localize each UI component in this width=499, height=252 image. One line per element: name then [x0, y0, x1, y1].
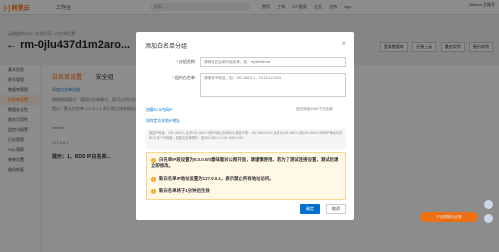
warning-icon: !: [151, 176, 156, 182]
side-tool-icon[interactable]: [484, 200, 493, 209]
load-ecs-ip-link[interactable]: 加载ECS内网IP: [146, 108, 173, 113]
cancel-button[interactable]: 取消: [326, 204, 346, 214]
side-tool-icon[interactable]: [484, 214, 493, 223]
group-name-input[interactable]: [200, 57, 346, 67]
add-whitelist-dialog: 添加白名单分组 × * 分组名称: * 组内白名单: 还可添加1000个白名单 …: [136, 32, 354, 220]
whitelist-ip-label: * 组内白名单:: [172, 75, 196, 80]
help-feedback-button[interactable]: 产品帮助与反馈: [420, 212, 478, 222]
remaining-hint: 还可添加1000个白名单: [296, 107, 333, 111]
ip-format-help: 指定IP地址：192.168.0.1 允许192.168.0.1的IP地址访问R…: [146, 129, 346, 149]
warning-row: ! 新白名单IP地址设置为127.0.0.1，表示禁止所有地址访问。: [151, 176, 274, 182]
dialog-title: 添加白名单分组: [145, 44, 188, 50]
warning-row: ! 新白名单将于1分钟后生效: [151, 188, 210, 194]
confirm-button[interactable]: 确定: [300, 204, 320, 214]
warning-icon: !: [151, 188, 156, 194]
group-name-label: * 分组名称:: [176, 59, 196, 64]
close-icon[interactable]: ×: [341, 39, 346, 48]
whitelist-ip-textarea[interactable]: [200, 73, 346, 97]
warning-row: ! 白名单IP段设置为0.0.0.0/0意味着对公网开放，请谨慎使用。若为了测试连…: [151, 157, 339, 168]
locate-ip-link[interactable]: 如何定位本地IP地址: [146, 119, 180, 124]
watermark: CSDN @小白的成长: [456, 244, 493, 249]
warning-icon: !: [151, 157, 156, 163]
warning-box: ! 白名单IP段设置为0.0.0.0/0意味着对公网开放，请谨慎使用。若为了测试连…: [146, 152, 346, 200]
